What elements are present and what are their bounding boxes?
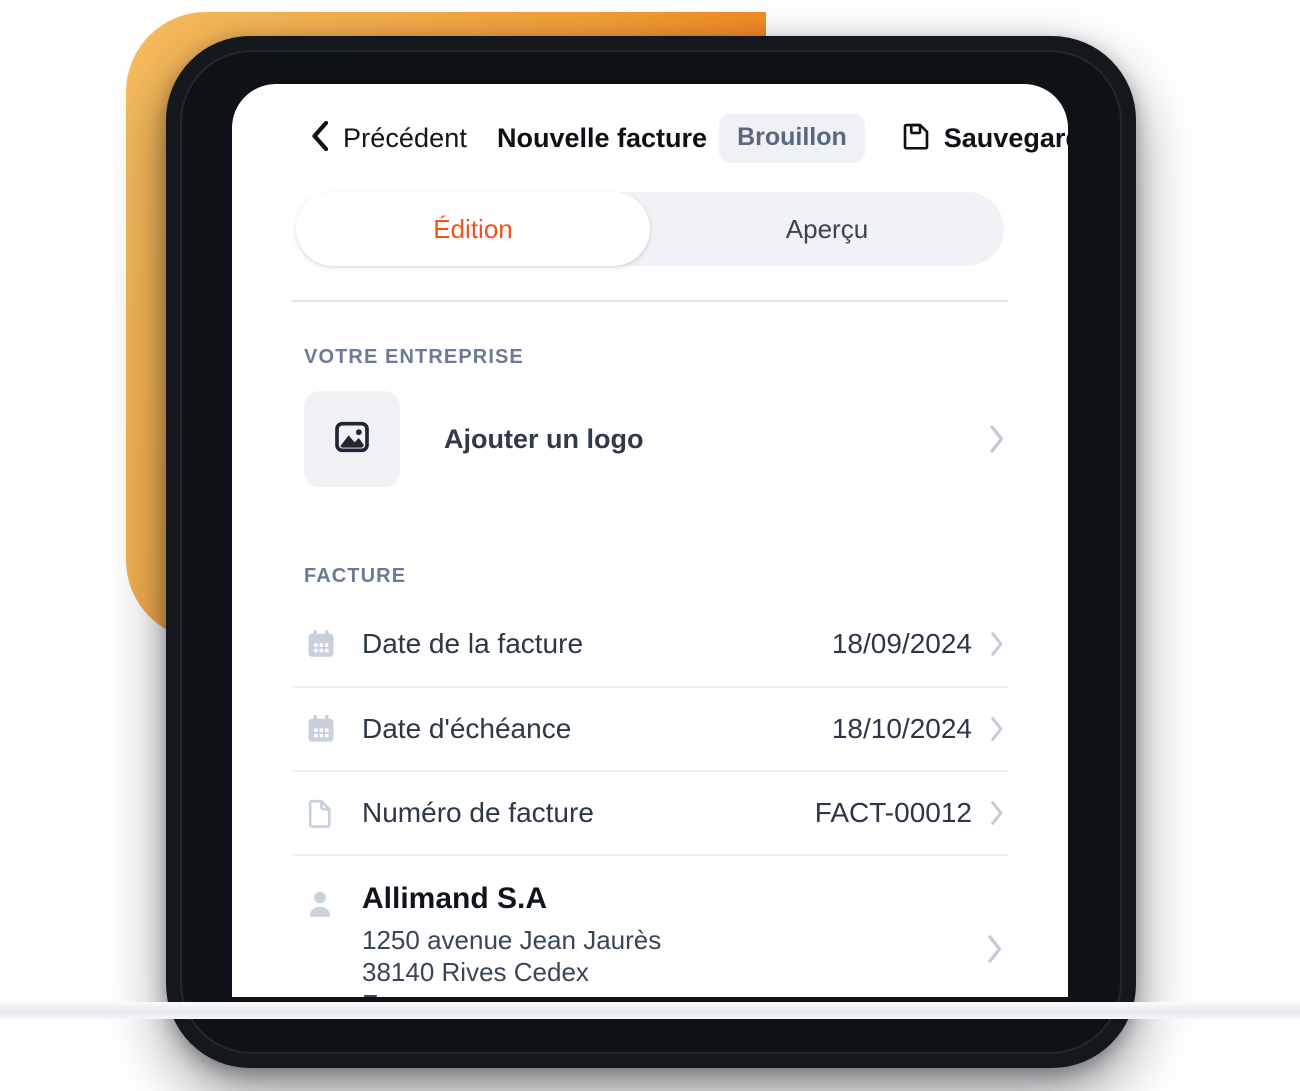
add-logo-row[interactable]: Ajouter un logo	[292, 369, 1008, 521]
page-title: Nouvelle facture	[496, 122, 708, 153]
logo-thumbnail	[304, 391, 400, 487]
client-address-line-2: 38140 Rives Cedex	[362, 957, 589, 988]
chevron-right-icon	[986, 934, 1008, 969]
status-badge: Brouillon	[719, 113, 865, 163]
person-icon	[304, 882, 348, 925]
calendar-icon	[304, 627, 348, 661]
app-header: Précédent Nouvelle facture Brouillon Sau…	[232, 84, 1068, 192]
save-floppy-icon	[901, 121, 931, 156]
client-details: Allimand S.A 1250 avenue Jean Jaurès 381…	[362, 882, 986, 997]
section-title-entreprise: VOTRE ENTREPRISE	[304, 346, 524, 368]
client-name: Allimand S.A	[362, 882, 548, 915]
row-value: FACT-00012	[814, 797, 972, 828]
add-logo-label: Ajouter un logo	[444, 423, 644, 454]
section-title-facture: FACTURE	[304, 565, 407, 587]
tab-bar: Édition Aperçu	[232, 192, 1068, 266]
chevron-right-icon	[986, 424, 1008, 454]
back-button-label: Précédent	[343, 122, 467, 153]
row-client[interactable]: Allimand S.A 1250 avenue Jean Jaurès 381…	[292, 854, 1008, 997]
chevron-right-icon	[986, 716, 1008, 742]
client-address-line-3: France	[362, 988, 986, 997]
segmented-control: Édition Aperçu	[296, 192, 1004, 266]
back-button[interactable]: Précédent	[310, 120, 467, 157]
form-content: VOTRE ENTREPRISE Ajouter un logo FACTURE…	[232, 302, 1068, 997]
row-value: 18/09/2024	[831, 628, 972, 659]
image-placeholder-icon	[332, 417, 372, 462]
tab-edition[interactable]: Édition	[296, 192, 650, 266]
chevron-right-icon	[986, 631, 1008, 657]
row-invoice-date[interactable]: Date de la facture 18/09/2024	[292, 602, 1008, 686]
row-label: Date de la facture	[362, 628, 584, 659]
row-invoice-number[interactable]: Numéro de facture FACT-00012	[292, 770, 1008, 854]
app-card: Précédent Nouvelle facture Brouillon Sau…	[232, 84, 1068, 997]
scene-root: Précédent Nouvelle facture Brouillon Sau…	[0, 0, 1300, 1091]
save-button-label: Sauvegarder	[943, 122, 1068, 153]
row-label: Numéro de facture	[362, 797, 594, 828]
save-button[interactable]: Sauvegarder	[901, 121, 1068, 156]
chevron-left-icon	[310, 120, 330, 157]
row-label: Date d'échéance	[362, 713, 572, 744]
client-address-line-1: 1250 avenue Jean Jaurès	[362, 925, 662, 955]
row-value: 18/10/2024	[831, 713, 972, 744]
row-due-date[interactable]: Date d'échéance 18/10/2024	[292, 686, 1008, 770]
tab-apercu[interactable]: Aperçu	[650, 192, 1004, 266]
surface-band	[0, 1002, 1300, 1019]
document-icon	[304, 797, 348, 829]
chevron-right-icon	[986, 800, 1008, 826]
calendar-icon	[304, 712, 348, 746]
